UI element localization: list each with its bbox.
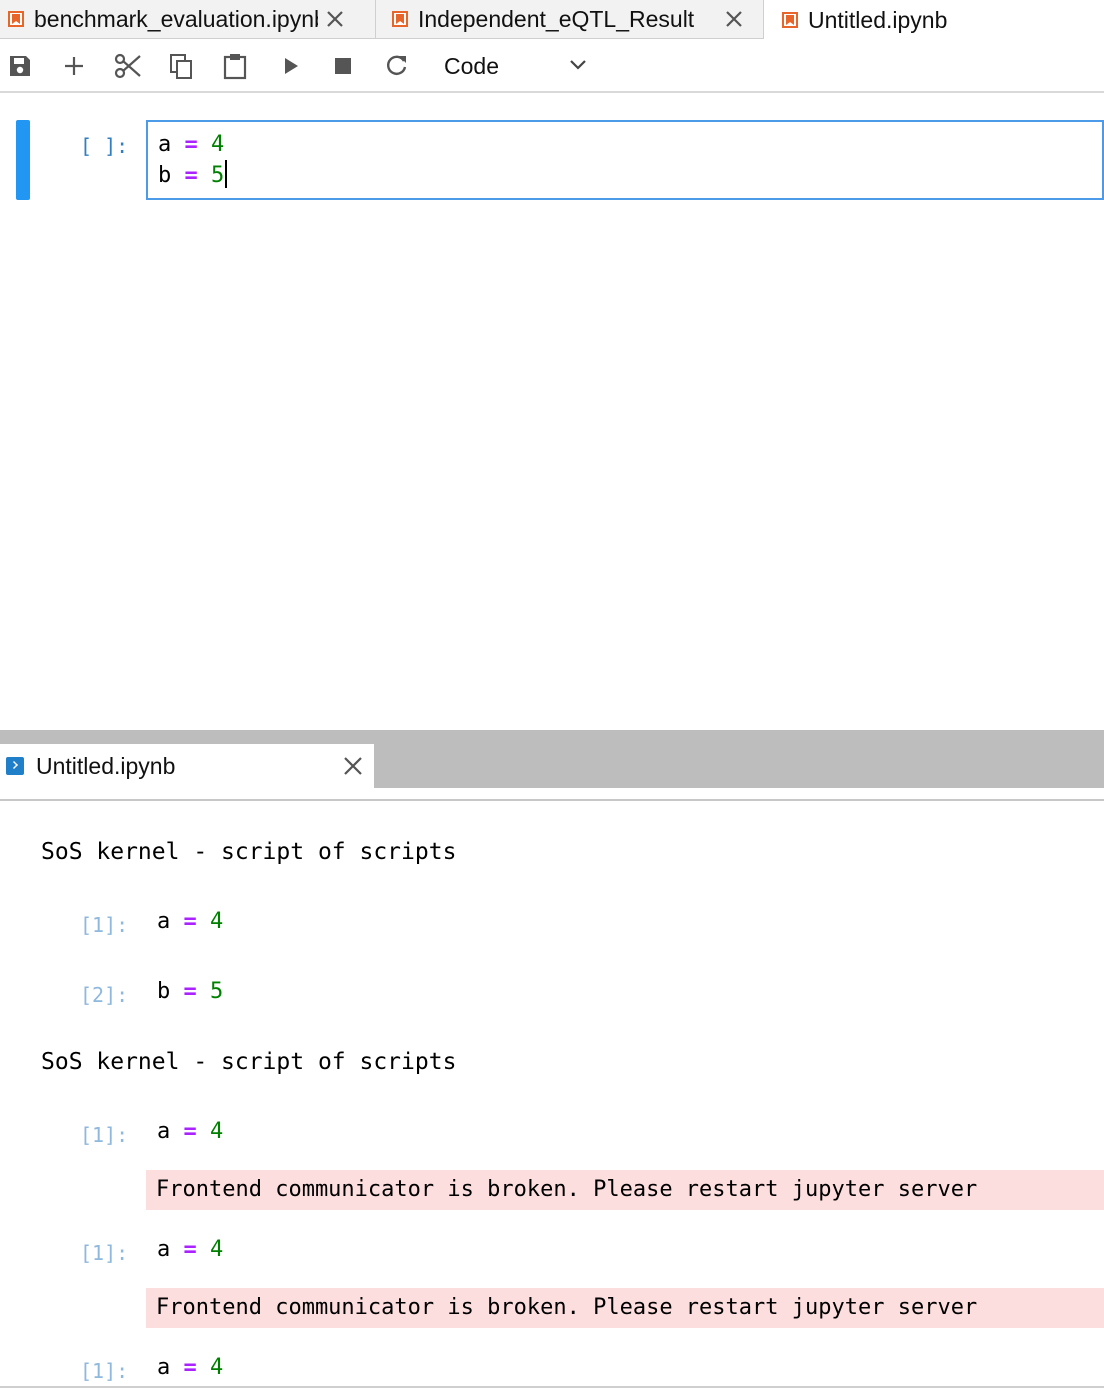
text-cursor [225,160,228,188]
save-button[interactable] [6,52,34,80]
code-line: a = 4 [158,132,225,157]
close-icon[interactable] [342,755,364,777]
notebook-toolbar: Code [0,40,1104,93]
console-code: a = 4 [157,909,224,934]
cell-collapser[interactable] [16,120,30,200]
tab-untitled[interactable]: Untitled.ipynb [764,0,1104,40]
tab-benchmark-evaluation[interactable]: benchmark_evaluation.ipynb [0,0,376,39]
chevron-down-icon [570,60,586,70]
console-output: SoS kernel - script of scripts [1]: a = … [0,801,1104,1386]
console-code: a = 4 [157,1355,224,1380]
code-editor[interactable]: a = 4 b = 5 [146,120,1104,200]
console-code: b = 5 [157,979,224,1004]
add-icon [65,57,83,75]
save-icon [10,56,30,76]
input-prompt: [ ]: [80,134,129,158]
tab-independent-eqtl-result[interactable]: Independent_eQTL_Result [376,0,764,39]
console-code: a = 4 [157,1119,224,1144]
copy-button[interactable] [167,52,195,80]
tab-label: Independent_eQTL_Result [418,5,695,32]
console-tab-bar: Untitled.ipynb [0,744,1104,788]
error-output: Frontend communicator is broken. Please … [146,1288,1104,1328]
error-output: Frontend communicator is broken. Please … [146,1170,1104,1210]
notebook-icon [782,12,798,28]
divider [0,1386,1104,1388]
tab-label: Untitled.ipynb [808,6,948,33]
tab-console-untitled[interactable]: Untitled.ipynb [0,744,374,788]
kernel-banner: SoS kernel - script of scripts [41,839,457,865]
execution-prompt: [1]: [80,1123,129,1147]
paste-icon [223,54,247,80]
execution-prompt: [1]: [80,1241,129,1265]
execution-prompt: [1]: [80,1359,129,1383]
cut-button[interactable] [114,52,142,80]
restart-icon [387,55,407,75]
add-cell-button[interactable] [60,52,88,80]
tab-label: benchmark_evaluation.ipynb [34,5,318,32]
stop-icon [335,58,351,74]
execution-prompt: [2]: [80,983,129,1007]
restart-kernel-button[interactable] [383,52,411,80]
code-line: b = 5 [158,160,1102,191]
notebook-icon [392,11,408,27]
console-code: a = 4 [157,1237,224,1262]
panel-splitter[interactable] [0,730,1104,744]
paste-button[interactable] [221,52,249,80]
close-icon[interactable] [324,8,346,30]
stop-button[interactable] [329,52,357,80]
code-cell[interactable]: [ ]: a = 4 b = 5 [0,118,1104,202]
cell-type-value: Code [444,52,499,79]
tab-label: Untitled.ipynb [36,752,176,779]
run-icon [285,58,298,74]
execution-prompt: [1]: [80,913,129,937]
console-icon [6,757,24,775]
document-tab-bar: benchmark_evaluation.ipynb Independent_e… [0,0,1104,40]
run-button[interactable] [276,52,304,80]
kernel-banner: SoS kernel - script of scripts [41,1049,457,1075]
cut-icon [114,53,141,79]
close-icon[interactable] [723,8,745,30]
copy-icon [170,54,192,79]
cell-type-dropdown[interactable]: Code [444,50,594,82]
notebook-icon [8,11,24,27]
